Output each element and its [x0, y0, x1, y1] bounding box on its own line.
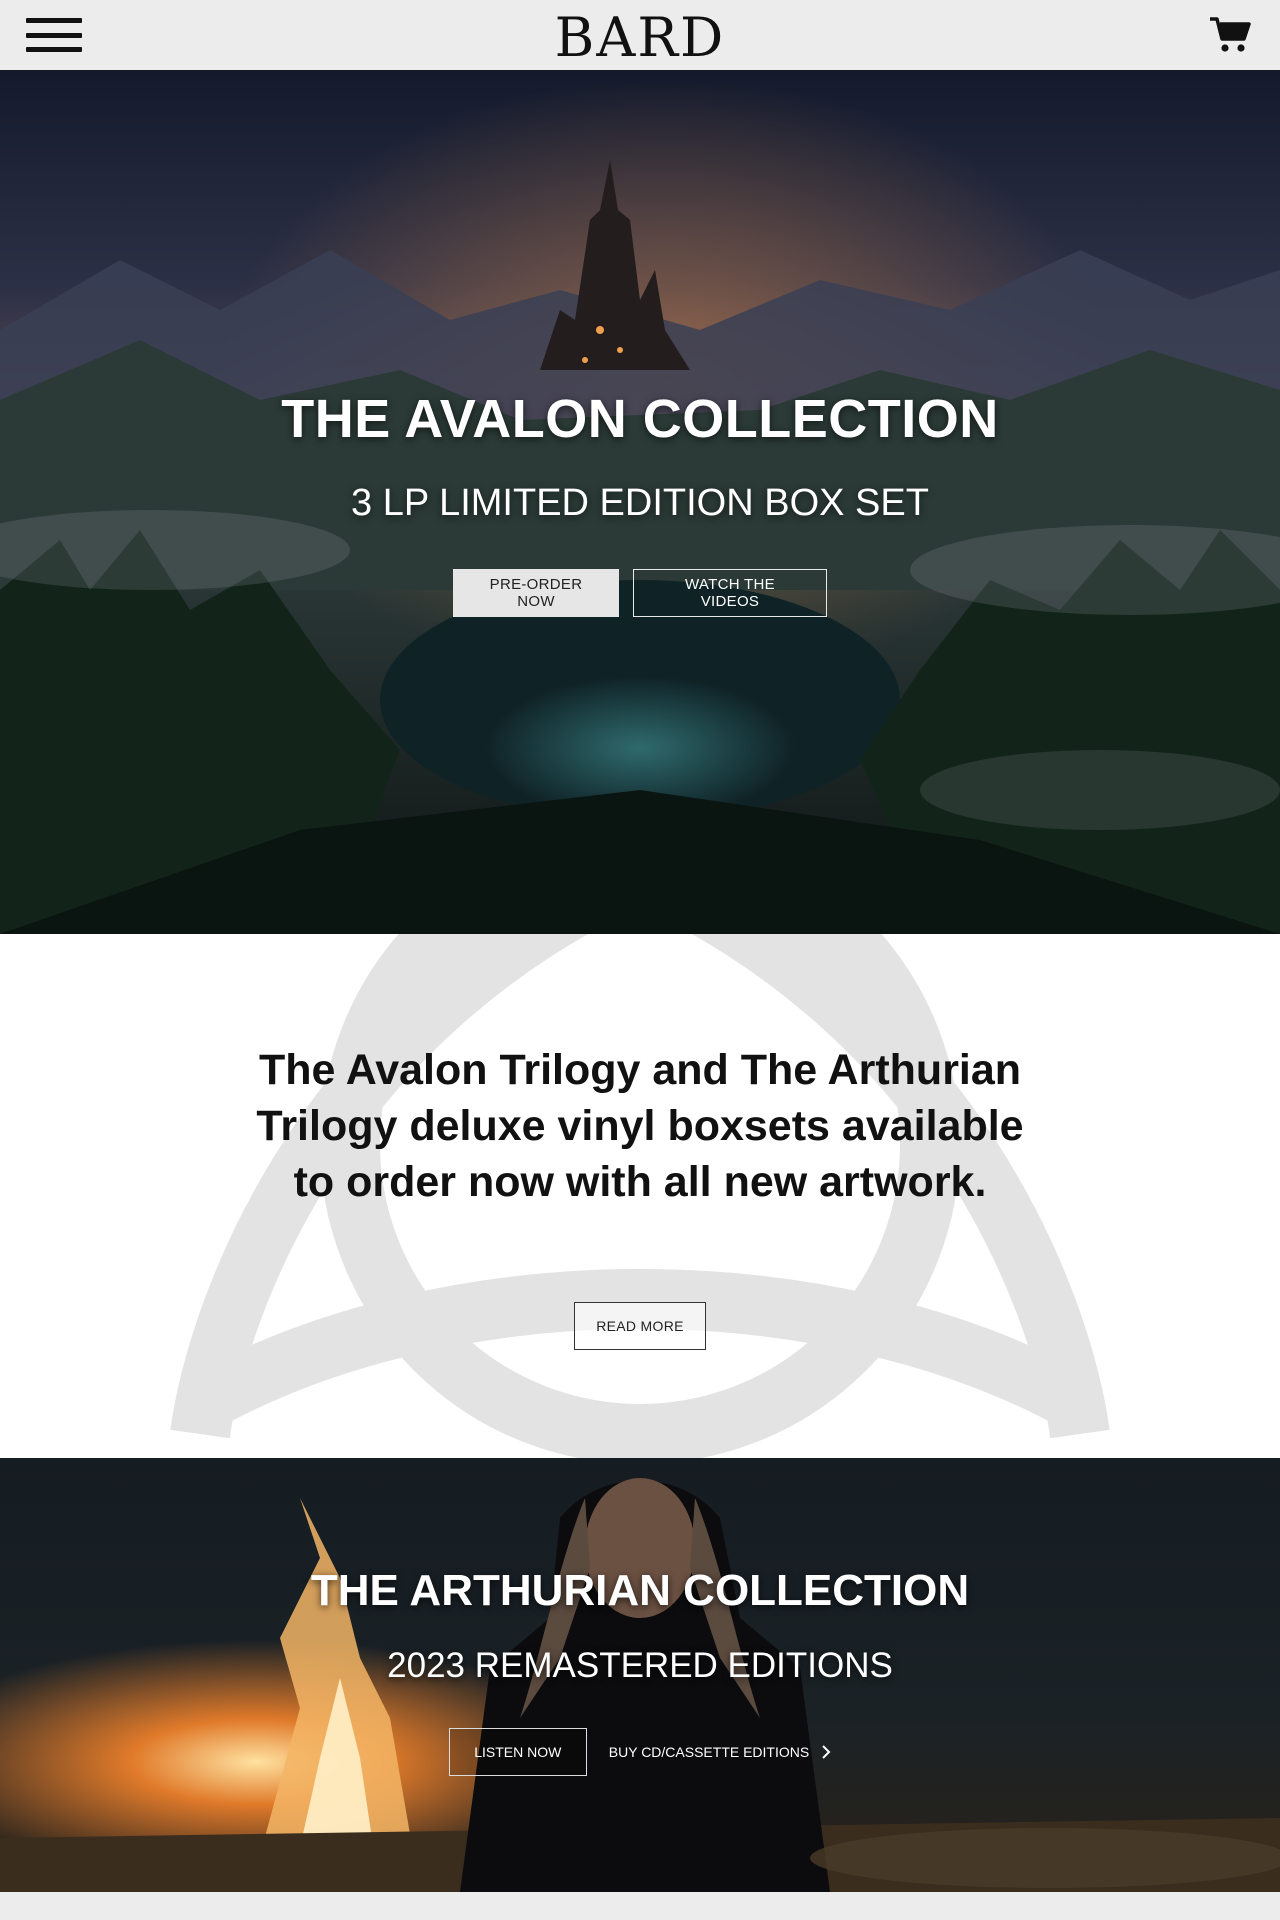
hero-subtitle: 3 LP LIMITED EDITION BOX SET — [351, 482, 929, 524]
buy-link-label: BUY CD/CASSETTE EDITIONS — [608, 1744, 810, 1760]
hero-content: THE AVALON COLLECTION 3 LP LIMITED EDITI… — [0, 388, 1280, 617]
boxset-promo: The Avalon Trilogy and The Arthurian Tri… — [0, 934, 1280, 1458]
footer-strip — [0, 1892, 1280, 1920]
menu-bar — [26, 47, 82, 52]
hero-button-row: PRE-ORDER NOW WATCH THE VIDEOS — [0, 569, 1280, 617]
site-logo[interactable]: BARD — [555, 8, 726, 68]
arthurian-hero: THE ARTHURIAN COLLECTION 2023 REMASTERED… — [0, 1458, 1280, 1892]
hero-title: THE AVALON COLLECTION — [281, 389, 999, 449]
hero2-title: THE ARTHURIAN COLLECTION — [310, 1566, 970, 1615]
hero2-subtitle: 2023 REMASTERED EDITIONS — [387, 1646, 893, 1685]
menu-bar — [26, 18, 82, 23]
hamburger-menu-icon[interactable] — [26, 18, 82, 52]
shopping-cart-icon[interactable] — [1208, 15, 1254, 55]
hero2-button-row: LISTEN NOW BUY CD/CASSETTE EDITIONS — [0, 1728, 1280, 1776]
buy-cd-cassette-link[interactable]: BUY CD/CASSETTE EDITIONS — [609, 1744, 831, 1760]
listen-now-button[interactable]: LISTEN NOW — [448, 1728, 587, 1776]
avalon-hero: THE AVALON COLLECTION 3 LP LIMITED EDITI… — [0, 70, 1280, 934]
menu-bar — [26, 32, 82, 38]
hero2-content: THE ARTHURIAN COLLECTION 2023 REMASTERED… — [0, 1566, 1280, 1776]
promo-headline: The Avalon Trilogy and The Arthurian Tri… — [256, 1046, 1024, 1206]
chevron-right-icon — [822, 1745, 831, 1759]
read-more-button[interactable]: READ MORE — [574, 1302, 706, 1350]
pre-order-button[interactable]: PRE-ORDER NOW — [453, 569, 619, 617]
watch-videos-button[interactable]: WATCH THE VIDEOS — [633, 569, 827, 617]
site-header: BARD — [0, 0, 1280, 70]
